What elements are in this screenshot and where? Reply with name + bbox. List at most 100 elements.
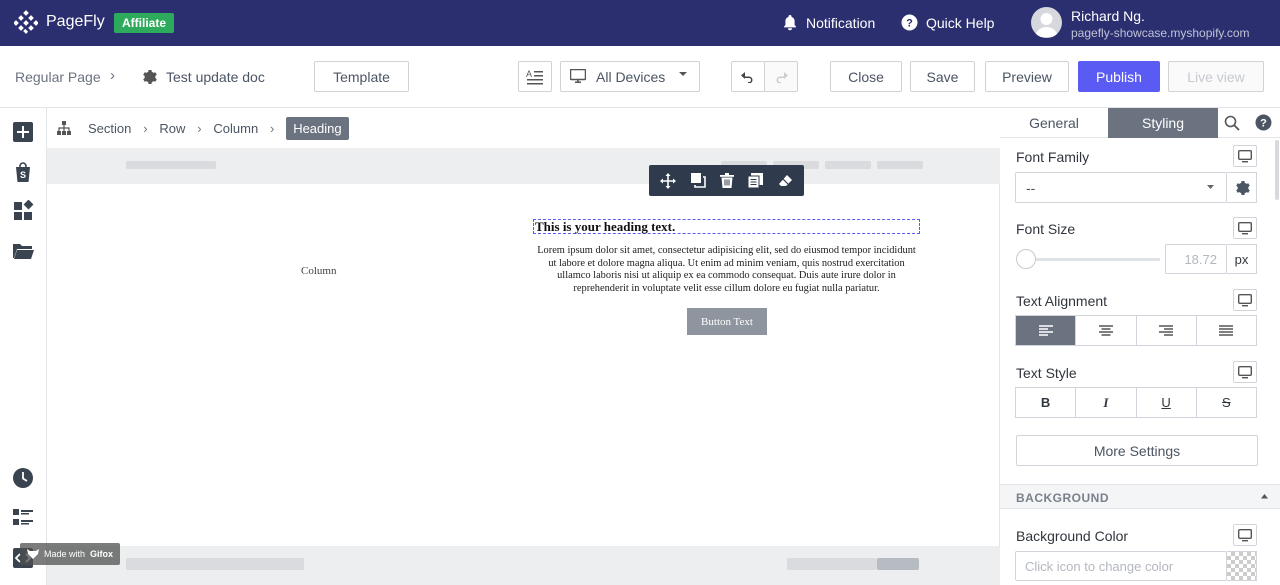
text-outline-icon: A — [526, 69, 544, 85]
trash-icon[interactable] — [719, 173, 734, 188]
device-select[interactable]: All Devices — [560, 61, 700, 92]
redo-button[interactable] — [764, 61, 798, 92]
font-family-value: -- — [1026, 180, 1036, 196]
font-size-label: Font Size — [1016, 221, 1076, 237]
sections-icon[interactable] — [12, 200, 34, 222]
placeholder-bar — [825, 161, 871, 169]
align-justify-button[interactable] — [1197, 316, 1256, 345]
responsive-device-icon[interactable] — [1233, 217, 1257, 239]
save-snippet-icon[interactable] — [748, 173, 764, 188]
font-size-slider-track[interactable] — [1025, 258, 1160, 261]
text-style-group: B I U S — [1015, 387, 1257, 418]
search-icon[interactable] — [1224, 115, 1240, 131]
align-right-button[interactable] — [1137, 316, 1197, 345]
live-view-button[interactable]: Live view — [1168, 61, 1264, 92]
responsive-device-icon[interactable] — [1233, 524, 1257, 546]
duplicate-icon[interactable] — [690, 173, 706, 188]
chevron-right-icon: › — [270, 120, 275, 136]
watermark-brand: Gifox — [90, 549, 114, 559]
font-family-select[interactable]: -- — [1015, 172, 1227, 203]
folder-icon[interactable] — [12, 240, 34, 262]
monitor-icon — [570, 69, 586, 84]
gear-icon[interactable] — [141, 69, 157, 85]
help-icon[interactable]: ? — [1255, 114, 1272, 131]
underline-button[interactable]: U — [1137, 388, 1197, 417]
placeholder-bar — [126, 558, 304, 570]
layers-list-icon[interactable] — [12, 507, 34, 529]
section-header-strip — [47, 148, 1000, 184]
paragraph-text[interactable]: Lorem ipsum dolor sit amet, consectetur … — [533, 245, 920, 295]
align-center-icon — [1098, 324, 1113, 337]
font-settings-button[interactable] — [1227, 172, 1257, 203]
caret-down-icon — [679, 70, 687, 78]
chevron-right-icon: › — [143, 120, 148, 136]
responsive-device-icon[interactable] — [1233, 289, 1257, 311]
add-element-icon[interactable] — [12, 121, 34, 143]
section-footer-strip — [47, 546, 1000, 585]
template-button[interactable]: Template — [314, 61, 409, 92]
background-section-header[interactable]: BACKGROUND — [1000, 484, 1280, 509]
svg-text:?: ? — [906, 18, 913, 30]
page-title[interactable]: Test update doc — [166, 69, 265, 85]
breadcrumb-row[interactable]: Row — [159, 121, 185, 136]
canvas-button[interactable]: Button Text — [687, 308, 767, 335]
action-bar: Regular Page › Test update doc Template … — [0, 46, 1280, 108]
panel-scrollbar[interactable] — [1275, 140, 1279, 200]
background-color-input[interactable]: Click icon to change color — [1015, 551, 1227, 581]
left-rail: S — [0, 108, 47, 585]
responsive-device-icon[interactable] — [1233, 361, 1257, 383]
font-size-unit[interactable]: px — [1227, 244, 1257, 274]
watermark-prefix: Made with — [44, 549, 86, 559]
selected-heading[interactable]: This is your heading text. — [533, 219, 920, 234]
font-family-label: Font Family — [1016, 149, 1090, 165]
eraser-icon[interactable] — [778, 174, 793, 188]
hierarchy-icon[interactable] — [56, 120, 72, 136]
brand-logo[interactable]: PageFly — [14, 10, 105, 34]
brand-name: PageFly — [46, 13, 105, 30]
user-name[interactable]: Richard Ng. — [1071, 8, 1145, 24]
bold-button[interactable]: B — [1016, 388, 1077, 417]
editor-canvas[interactable]: Section › Row › Column › Heading Column … — [47, 108, 1000, 585]
breadcrumb-column[interactable]: Column — [213, 121, 258, 136]
avatar[interactable] — [1031, 7, 1062, 38]
publish-button[interactable]: Publish — [1078, 61, 1160, 92]
tab-styling[interactable]: Styling — [1108, 108, 1218, 138]
more-settings-button[interactable]: More Settings — [1016, 435, 1258, 466]
preview-button[interactable]: Preview — [985, 61, 1069, 92]
tab-general[interactable]: General — [1000, 108, 1108, 138]
shopify-bag-icon[interactable]: S — [12, 161, 34, 183]
chevron-right-icon: › — [110, 67, 115, 84]
font-size-input[interactable]: 18.72 — [1165, 244, 1227, 274]
move-icon[interactable] — [660, 172, 677, 189]
breadcrumb-section[interactable]: Section — [88, 121, 131, 136]
close-button[interactable]: Close — [830, 61, 902, 92]
quick-help-button[interactable]: ? Quick Help — [901, 14, 994, 31]
gifox-watermark: Made with Gifox — [20, 543, 121, 565]
gear-icon — [1234, 180, 1250, 196]
strikethrough-button[interactable]: S — [1197, 388, 1256, 417]
page-type-link[interactable]: Regular Page — [15, 69, 101, 85]
align-center-button[interactable] — [1076, 316, 1137, 345]
element-breadcrumb: Section › Row › Column › Heading — [47, 108, 1000, 148]
user-shop: pagefly-showcase.myshopify.com — [1071, 26, 1250, 40]
save-button[interactable]: Save — [910, 61, 975, 92]
affiliate-badge[interactable]: Affiliate — [114, 13, 175, 33]
responsive-device-icon[interactable] — [1233, 145, 1257, 167]
align-left-button[interactable] — [1016, 316, 1077, 345]
history-clock-icon[interactable] — [12, 467, 34, 489]
align-justify-icon — [1219, 324, 1234, 337]
breadcrumb-heading[interactable]: Heading — [286, 116, 349, 140]
column-placeholder[interactable]: Column — [301, 265, 336, 277]
page-outline-button[interactable]: A — [518, 61, 552, 92]
undo-button[interactable] — [731, 61, 765, 92]
text-style-label: Text Style — [1016, 365, 1077, 381]
text-alignment-group — [1015, 315, 1257, 346]
panel-tabs: General Styling ? — [1000, 108, 1280, 138]
italic-button[interactable]: I — [1076, 388, 1137, 417]
placeholder-bar — [877, 161, 923, 169]
color-swatch[interactable] — [1227, 551, 1257, 581]
background-section-title: BACKGROUND — [1016, 491, 1109, 505]
font-size-slider-handle[interactable] — [1016, 249, 1036, 269]
placeholder-bar — [126, 161, 216, 169]
notification-button[interactable]: Notification — [782, 14, 875, 31]
